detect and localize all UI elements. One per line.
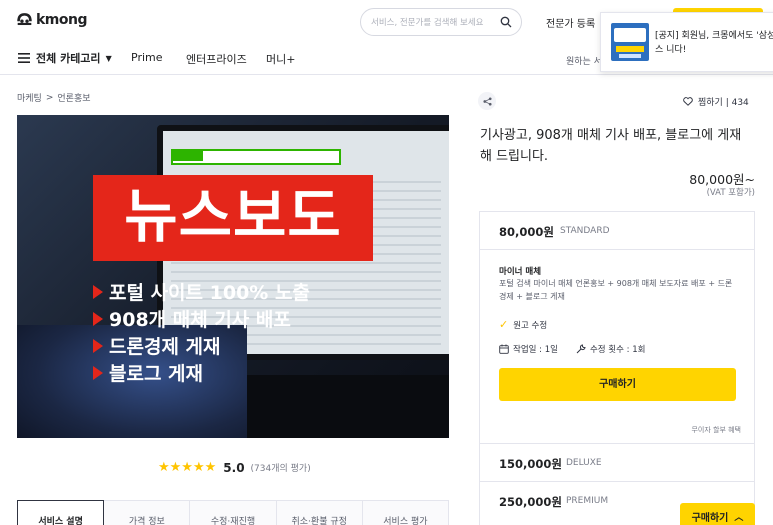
floating-buy-button[interactable]: 구매하기 ︿ — [680, 503, 755, 525]
rating-count: (734개의 평가) — [250, 464, 311, 474]
logo-text: kmong — [36, 11, 88, 28]
package-header[interactable]: 80,000원 STANDARD — [480, 212, 754, 250]
floating-buy-label: 구매하기 — [691, 512, 729, 524]
no-interest-installment[interactable]: 무이자 할부 혜택 — [691, 425, 741, 435]
package-name: PREMIUM — [566, 496, 609, 506]
naver-logo — [173, 151, 203, 161]
check-icon: ✓ — [499, 318, 509, 331]
work-days: 작업일 : 1일 — [499, 343, 558, 355]
chevron-right-icon: > — [45, 92, 54, 103]
caret-down-icon: ▼ — [105, 53, 112, 63]
kmong-logo-icon — [17, 13, 32, 26]
all-categories-label: 전체 카테고리 — [36, 52, 101, 65]
star-rating-icon: ★★★★★ — [158, 460, 217, 475]
work-days-label: 작업일 : 1일 — [513, 345, 558, 355]
expert-register-link[interactable]: 전문가 등록 — [546, 15, 595, 30]
detail-tabs: 서비스 설명 가격 정보 수정·재진행 취소·환불 규정 서비스 평가 — [17, 500, 450, 525]
rating-score: 5.0 — [223, 460, 245, 475]
nav-enterprise[interactable]: 엔터프라이즈 — [186, 51, 247, 67]
package-name: STANDARD — [560, 226, 610, 236]
service-main-image[interactable]: 뉴스보도 포털 사이트 100% 노출 908개 매체 기사 배포 드론경제 게… — [17, 115, 449, 438]
hero-bullet: 블로그 게재 — [93, 359, 310, 386]
search-placeholder: 서비스, 전문가를 검색해 보세요 — [371, 18, 484, 28]
package-price: 250,000원 — [499, 495, 562, 509]
hero-bullet: 드론경제 게재 — [93, 332, 310, 359]
buy-button[interactable]: 구매하기 — [499, 368, 736, 401]
triangle-icon — [93, 365, 103, 380]
wishlist-button[interactable]: 찜하기 | 434 — [683, 95, 749, 108]
package-meta: 작업일 : 1일 수정 횟수 : 1회 — [499, 343, 663, 355]
revision-count: 수정 횟수 : 1회 — [576, 343, 645, 355]
kmong-logo[interactable]: kmong — [16, 11, 88, 28]
package-price: 150,000원 — [499, 457, 562, 471]
heart-icon — [683, 97, 693, 106]
hamburger-icon — [18, 53, 30, 63]
hero-bullets: 포털 사이트 100% 노출 908개 매체 기사 배포 드론경제 게재 블로그… — [93, 278, 310, 386]
tab-price-info[interactable]: 가격 정보 — [104, 500, 191, 525]
package-feature-label: 원고 수정 — [513, 320, 548, 331]
package-price: 80,000원 — [499, 225, 554, 239]
vat-note: (VAT 포함가) — [706, 188, 755, 198]
hero-bullet: 908개 매체 기사 배포 — [93, 305, 310, 332]
package-feature: ✓ 원고 수정 — [499, 318, 547, 331]
notice-text: [공지] 회원님, 크몽에서도 '삼성스 니다! — [655, 31, 773, 55]
rating-summary[interactable]: ★★★★★ 5.0 (734개의 평가) — [158, 460, 311, 475]
chevron-up-icon: ︿ — [734, 512, 744, 523]
breadcrumb-press[interactable]: 언론홍보 — [57, 91, 90, 104]
notice-thumbnail — [611, 23, 649, 61]
share-button[interactable] — [478, 92, 496, 110]
notice-popup[interactable]: [공지] 회원님, 크몽에서도 '삼성스 니다! — [600, 12, 773, 72]
package-name: DELUXE — [566, 458, 602, 468]
package-deluxe[interactable]: 150,000원 DELUXE — [479, 444, 755, 482]
package-standard: 80,000원 STANDARD 마이너 매체 포털 검색 마이너 매체 언론홍… — [479, 211, 755, 444]
all-categories-button[interactable]: 전체 카테고리 ▼ — [18, 50, 112, 66]
service-title: 기사광고, 908개 매체 기사 배포, 블로그에 게재해 드립니다. — [480, 128, 742, 164]
hero-bullet: 포털 사이트 100% 노출 — [93, 278, 310, 305]
breadcrumb: 마케팅 > 언론홍보 — [17, 91, 91, 105]
tab-revision[interactable]: 수정·재진행 — [190, 500, 277, 525]
tab-service-description[interactable]: 서비스 설명 — [17, 500, 105, 525]
revision-count-label: 수정 횟수 : 1회 — [589, 345, 646, 355]
triangle-icon — [93, 311, 103, 326]
calendar-icon — [499, 344, 509, 354]
breadcrumb-marketing[interactable]: 마케팅 — [17, 91, 42, 104]
wrench-icon — [576, 344, 586, 354]
search-icon[interactable] — [500, 16, 512, 28]
tab-reviews[interactable]: 서비스 평가 — [362, 500, 450, 525]
nav-prime[interactable]: Prime — [131, 51, 163, 64]
triangle-icon — [93, 284, 103, 299]
triangle-icon — [93, 338, 103, 353]
nav-want-service[interactable]: 원하는 서 — [566, 54, 602, 67]
search-input[interactable]: 서비스, 전문가를 검색해 보세요 — [360, 8, 522, 36]
nav-money-plus[interactable]: 머니+ — [266, 51, 295, 67]
tab-refund-policy[interactable]: 취소·환불 규정 — [276, 500, 363, 525]
share-icon — [482, 96, 492, 106]
hero-title: 뉴스보도 — [124, 182, 342, 250]
package-description: 포털 검색 마이너 매체 언론홍보 + 908개 매체 보도자료 배포 + 드론… — [499, 279, 733, 301]
package-title: 마이너 매체 — [499, 267, 542, 277]
wishlist-count: 찜하기 | 434 — [698, 98, 749, 108]
